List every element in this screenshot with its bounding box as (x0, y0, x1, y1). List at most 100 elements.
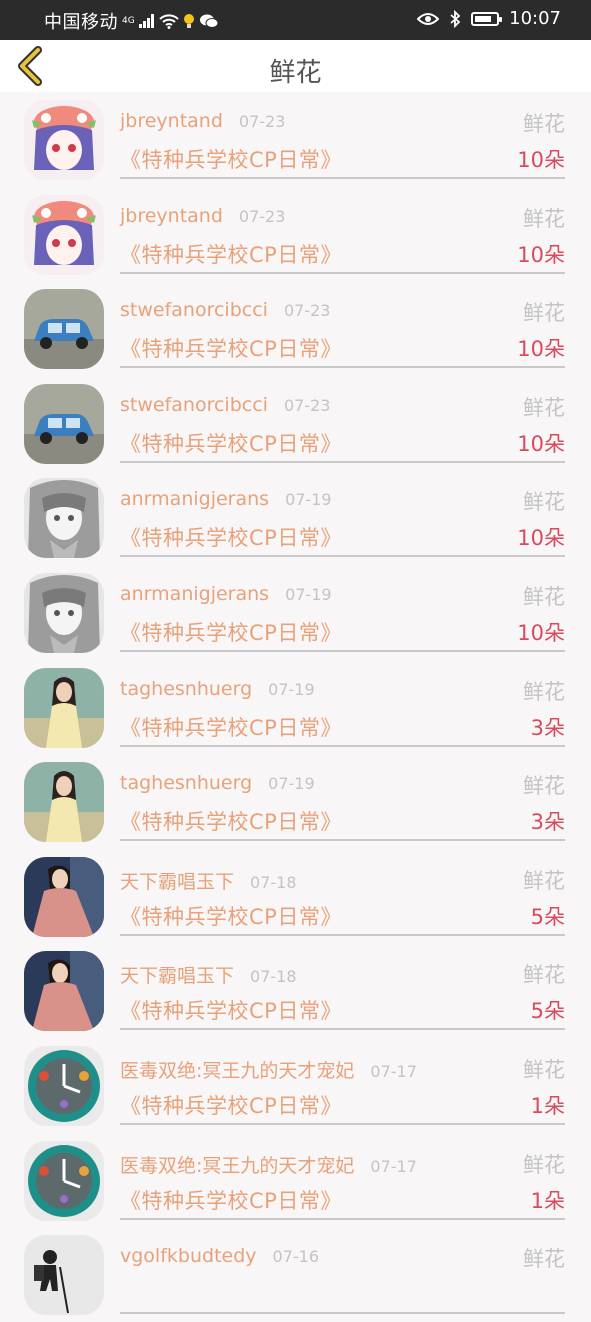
gift-count: 10朵 (517, 526, 565, 551)
gift-type-label: 鲜花 (523, 774, 565, 799)
sender-name[interactable]: taghesnhuerg 07-19 (120, 678, 315, 700)
divider (120, 555, 565, 558)
bulb-icon (183, 14, 194, 28)
gift-type-label: 鲜花 (523, 1152, 565, 1177)
gift-count: 3朵 (530, 810, 565, 835)
avatar[interactable] (24, 100, 104, 180)
gift-type-label: 鲜花 (523, 301, 565, 326)
bluetooth-icon (450, 9, 461, 28)
avatar[interactable] (24, 289, 104, 370)
book-title: 《特种兵学校CP日常》 (120, 810, 342, 835)
book-title: 《特种兵学校CP日常》 (120, 1093, 342, 1118)
list-item[interactable]: 医毒双绝:冥王九的天才宠妃 07-17 鲜花 《特种兵学校CP日常》 1朵 (0, 1038, 591, 1133)
avatar[interactable] (24, 951, 104, 1032)
gift-date: 07-19 (268, 774, 315, 794)
gift-type-label: 鲜花 (523, 584, 565, 609)
battery-icon (471, 11, 503, 26)
divider (120, 1028, 565, 1031)
divider (120, 177, 565, 179)
sender-name-text: taghesnhuerg (120, 677, 253, 700)
list-item[interactable]: 天下霸唱玉下 07-18 鲜花 《特种兵学校CP日常》 5朵 (0, 849, 591, 944)
list-item[interactable]: stwefanorcibcci 07-23 鲜花 《特种兵学校CP日常》 10朵 (0, 376, 591, 471)
list-item[interactable]: taghesnhuerg 07-19 鲜花《特种兵学校CP日常》 3朵 (0, 754, 591, 849)
sender-name-text: jbreyntand (120, 110, 223, 132)
book-title: 《特种兵学校CP日常》 (120, 148, 342, 172)
sender-name-text: taghesnhuerg (120, 772, 253, 795)
carrier-label: 中国移动 (44, 12, 118, 33)
sender-name[interactable]: jbreyntand 07-23 (120, 205, 285, 227)
gift-list: jbreyntand 07-23 鲜花 《特种兵学校CP日常》 10朵 jbreyntan… (0, 92, 591, 1322)
list-item[interactable]: stwefanorcibcci 07-23 鲜花 《特种兵学校CP日常》 10朵 (0, 281, 591, 376)
wifi-icon (159, 14, 179, 29)
book-title: 《特种兵学校CP日常》 (120, 526, 342, 551)
sender-name[interactable]: jbreyntand 07-23 (120, 110, 285, 132)
sender-name-text: anrmanigjerans (120, 488, 270, 511)
sender-name[interactable]: stwefanorcibcci 07-23 (120, 299, 330, 321)
avatar[interactable] (24, 572, 104, 653)
sender-name-text: stwefanorcibcci (120, 393, 268, 416)
gift-date: 07-18 (250, 872, 297, 892)
sender-name[interactable]: 医毒双绝:冥王九的天才宠妃 07-17 (120, 1151, 417, 1178)
network-label: 4G (122, 16, 135, 26)
avatar[interactable] (24, 1235, 104, 1316)
header-bar: 鲜花 (0, 40, 591, 92)
gift-date: 07-19 (268, 679, 315, 699)
sender-name[interactable]: 天下霸唱玉下 07-18 (120, 961, 297, 988)
divider (120, 744, 565, 747)
book-title: 《特种兵学校CP日常》 (120, 242, 342, 267)
gift-count: 10朵 (517, 620, 565, 645)
avatar[interactable] (24, 1140, 104, 1221)
page-title: 鲜花 (269, 58, 322, 88)
sender-name-text: 天下霸唱玉下 (120, 870, 235, 893)
avatar[interactable] (24, 478, 104, 559)
avatar[interactable] (24, 762, 104, 843)
sender-name[interactable]: anrmanigjerans 07-19 (120, 488, 332, 510)
divider (120, 366, 565, 369)
gift-count: 10朵 (517, 431, 565, 456)
avatar[interactable] (24, 1045, 104, 1126)
clock-label: 10:07 (509, 8, 561, 29)
avatar[interactable] (24, 194, 104, 275)
gift-date: 07-17 (370, 1156, 417, 1176)
avatar[interactable] (24, 856, 104, 937)
divider (120, 1217, 565, 1220)
divider (120, 1122, 565, 1125)
sender-name[interactable]: 天下霸唱玉下 07-18 (120, 867, 297, 894)
list-item[interactable]: jbreyntand 07-23 鲜花 《特种兵学校CP日常》 10朵 (0, 92, 591, 187)
list-item[interactable]: anrmanigjerans 07-19 鲜花 《特种兵学校CP日常》 10朵 (0, 470, 591, 565)
book-title: 《特种兵学校CP日常》 (120, 999, 342, 1024)
list-item[interactable]: taghesnhuerg 07-19 鲜花 《特种兵学校CP日常》 3朵 (0, 660, 591, 755)
gift-type-label: 鲜花 (523, 1057, 565, 1082)
sender-name-text: stwefanorcibcci (120, 299, 268, 322)
sender-name[interactable]: 医毒双绝:冥王九的天才宠妃 07-17 (120, 1056, 417, 1083)
divider (120, 839, 565, 842)
book-title: 《特种兵学校CP日常》 (120, 1188, 342, 1213)
signal-icon (138, 14, 155, 28)
avatar[interactable] (24, 667, 104, 748)
sender-name-text: vgolfkbudtedy (120, 1245, 257, 1268)
gift-count: 10朵 (517, 242, 565, 267)
sender-name[interactable]: taghesnhuerg 07-19 (120, 772, 315, 794)
divider (120, 460, 565, 463)
sender-name[interactable]: stwefanorcibcci 07-23 (120, 394, 330, 416)
book-title: 《特种兵学校CP日常》 (120, 620, 342, 645)
avatar[interactable] (24, 383, 104, 464)
divider (120, 1312, 565, 1315)
list-item[interactable]: 医毒双绝:冥王九的天才宠妃 07-17 鲜花 《特种兵学校CP日常》 1朵 (0, 1133, 591, 1228)
sender-name-text: 天下霸唱玉下 (120, 965, 235, 988)
gift-date: 07-19 (285, 584, 332, 604)
divider (120, 933, 565, 936)
list-item[interactable]: 天下霸唱玉下 07-18 鲜花 《特种兵学校CP日常》 5朵 (0, 943, 591, 1038)
list-item[interactable]: jbreyntand 07-23 鲜花 《特种兵学校CP日常》 10朵 (0, 187, 591, 282)
gift-count: 5朵 (530, 904, 565, 929)
list-item[interactable]: vgolfkbudtedy 07-16 鲜花 (0, 1227, 591, 1322)
gift-date: 07-23 (238, 112, 286, 131)
gift-date: 07-17 (370, 1061, 417, 1081)
list-item[interactable]: anrmanigjerans 07-19 鲜花《特种兵学校CP日常》 10朵 (0, 565, 591, 660)
sender-name-text: jbreyntand (120, 204, 223, 227)
gift-count: 10朵 (517, 337, 565, 362)
sender-name-text: 医毒双绝:冥王九的天才宠妃 (120, 1059, 355, 1082)
gift-date: 07-18 (250, 967, 297, 987)
sender-name[interactable]: vgolfkbudtedy 07-16 (120, 1245, 319, 1267)
sender-name[interactable]: anrmanigjerans 07-19 (120, 583, 332, 605)
